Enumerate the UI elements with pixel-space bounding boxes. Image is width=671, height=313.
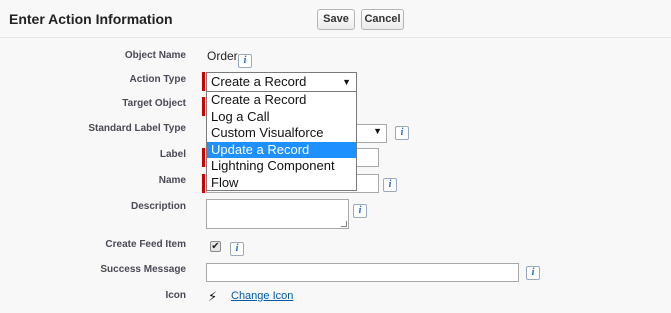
- action-type-required-indicator: [202, 72, 205, 91]
- action-type-select[interactable]: Create a Record ▼: [206, 72, 357, 92]
- change-icon-link[interactable]: Change Icon: [231, 290, 293, 302]
- lightning-bolt-icon: ⚡: [208, 289, 218, 304]
- object-name-value: Order: [207, 49, 238, 63]
- name-required-indicator: [202, 174, 205, 193]
- name-field-label: Name: [158, 175, 186, 186]
- description-label: Description: [130, 201, 186, 212]
- dropdown-option-highlighted[interactable]: Update a Record: [207, 141, 356, 158]
- resize-handle-icon[interactable]: [341, 221, 347, 227]
- object-name-label: Object Name: [124, 50, 186, 61]
- label-required-indicator: [202, 148, 205, 167]
- icon-label: Icon: [165, 290, 186, 301]
- dropdown-option[interactable]: Custom Visualforce: [207, 125, 356, 142]
- description-info-icon[interactable]: i: [353, 204, 367, 218]
- dropdown-option[interactable]: Create a Record: [207, 92, 356, 109]
- action-type-label: Action Type: [129, 74, 186, 85]
- action-type-selected-value: Create a Record: [211, 74, 307, 89]
- create-feed-item-info-icon[interactable]: i: [230, 242, 244, 256]
- cancel-button[interactable]: Cancel: [361, 9, 404, 30]
- chevron-down-icon: ▼: [342, 77, 351, 87]
- success-message-label: Success Message: [100, 264, 186, 275]
- save-button[interactable]: Save: [317, 9, 355, 30]
- page-header: Enter Action Information Save Cancel: [0, 0, 671, 38]
- standard-label-type-info-icon[interactable]: i: [395, 126, 409, 140]
- standard-label-type-label: Standard Label Type: [88, 123, 186, 134]
- description-textarea[interactable]: [206, 199, 349, 229]
- dropdown-option[interactable]: Lightning Component: [207, 158, 356, 175]
- success-message-info-icon[interactable]: i: [526, 266, 540, 280]
- object-name-info-icon[interactable]: i: [238, 54, 252, 68]
- success-message-input[interactable]: [206, 263, 519, 282]
- page-title: Enter Action Information: [9, 11, 173, 27]
- action-type-dropdown: Create a Record Log a Call Custom Visual…: [206, 91, 357, 191]
- name-info-icon[interactable]: i: [383, 178, 397, 192]
- dropdown-option[interactable]: Log a Call: [207, 109, 356, 126]
- create-feed-item-label: Create Feed Item: [105, 239, 186, 250]
- label-field-label: Label: [159, 149, 186, 160]
- dropdown-option[interactable]: Flow: [207, 175, 356, 192]
- target-object-required-indicator: [202, 97, 205, 116]
- chevron-down-icon: ▼: [373, 126, 382, 136]
- create-feed-item-checkbox[interactable]: ✔: [210, 241, 221, 252]
- target-object-label: Target Object: [122, 98, 186, 109]
